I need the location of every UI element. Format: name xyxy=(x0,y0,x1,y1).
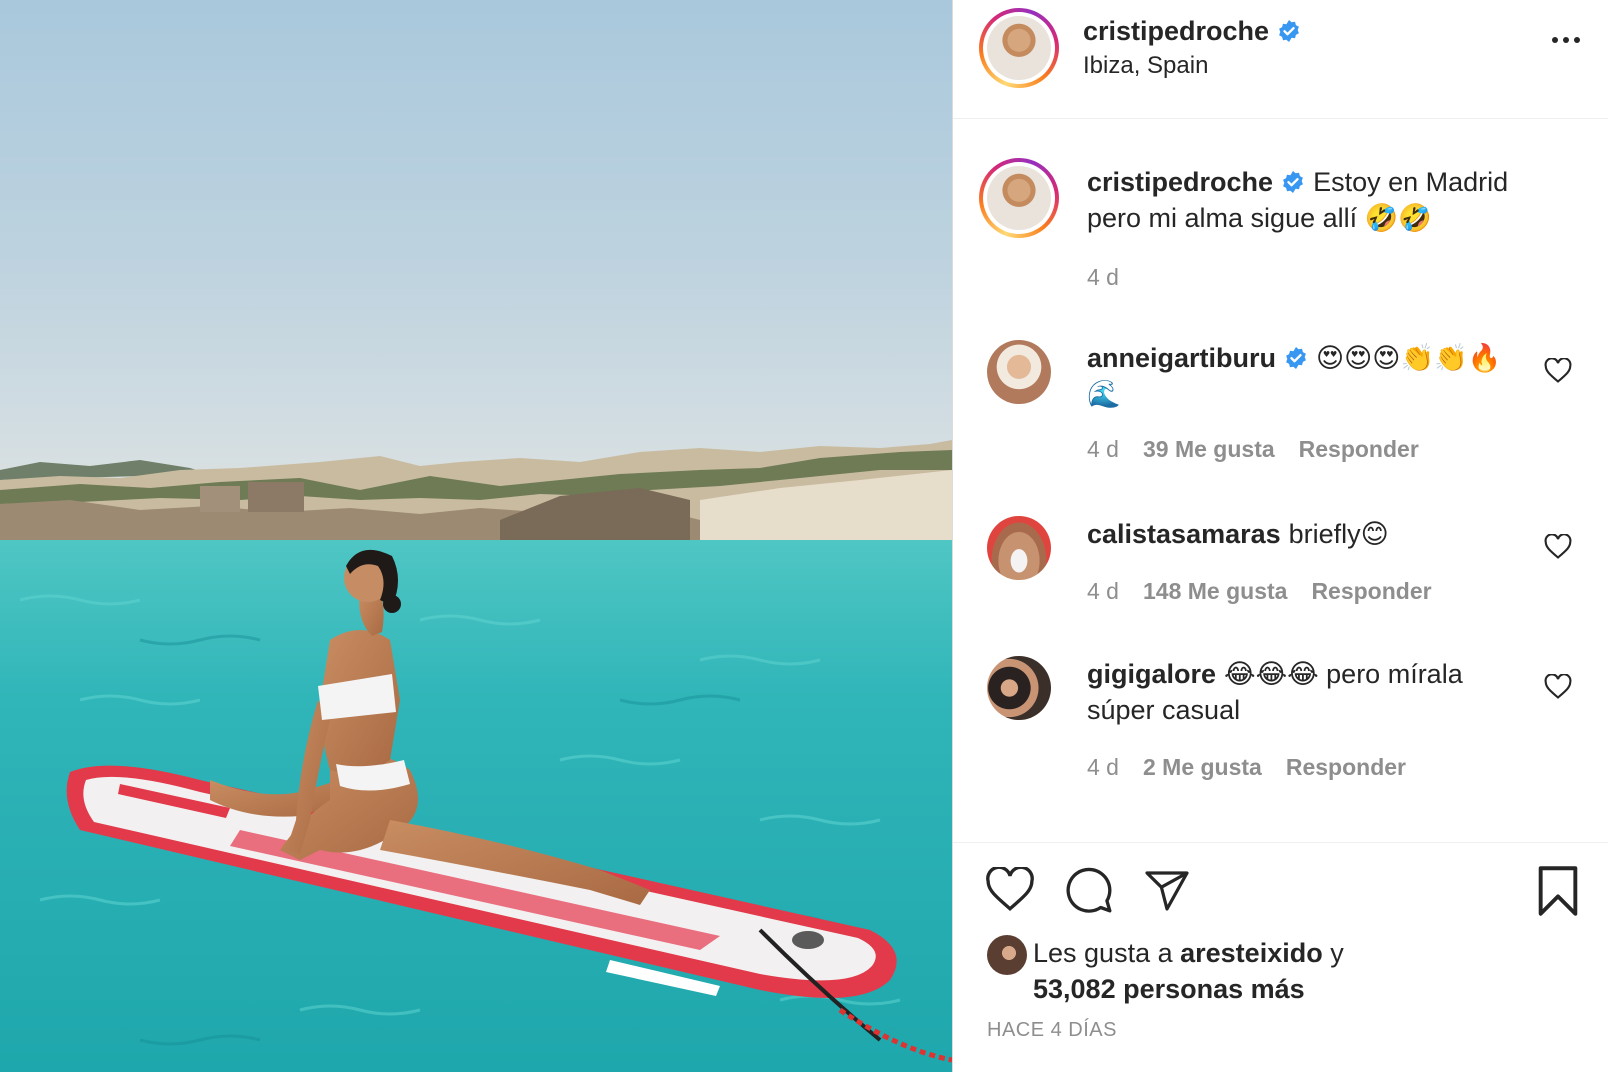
liker-username[interactable]: aresteixido xyxy=(1180,938,1323,968)
caption-username[interactable]: cristipedroche xyxy=(1087,164,1273,200)
likes-prefix: Les gusta a xyxy=(1033,938,1173,968)
caption: cristipedroche Estoy en Madrid pero mi a… xyxy=(1087,164,1567,236)
more-options-icon[interactable] xyxy=(1552,34,1588,46)
share-icon[interactable] xyxy=(1141,867,1193,915)
liker-avatar[interactable] xyxy=(987,935,1027,975)
post-photo[interactable] xyxy=(0,0,952,1072)
caption-author-avatar[interactable] xyxy=(979,158,1059,238)
comment-text-line1: 😍😍😍👏👏🔥 xyxy=(1316,343,1502,373)
author-avatar[interactable] xyxy=(979,8,1059,88)
heart-icon[interactable] xyxy=(1544,534,1572,560)
comment-likes[interactable]: 39 Me gusta xyxy=(1143,436,1275,463)
comment-time[interactable]: 4 d xyxy=(1087,436,1119,463)
comment-time[interactable]: 4 d xyxy=(1087,578,1119,605)
caption-time[interactable]: 4 d xyxy=(1087,264,1119,290)
comment-meta: 4 d 39 Me gusta Responder xyxy=(1087,436,1419,463)
post-details-panel: cristipedroche Ibiza, Spain cristipedroc… xyxy=(952,0,1608,1072)
comment-likes[interactable]: 148 Me gusta xyxy=(1143,578,1287,605)
reply-button[interactable]: Responder xyxy=(1311,578,1431,605)
verified-badge-icon xyxy=(1283,171,1303,193)
heart-icon[interactable] xyxy=(1544,358,1572,384)
post-header: cristipedroche Ibiza, Spain xyxy=(953,0,1608,119)
comment: gigigalore 😂😂😂 pero mírala súper casual xyxy=(1087,656,1517,728)
comment-username[interactable]: gigigalore xyxy=(1087,656,1216,692)
caption-text-line2: pero mi alma sigue allí 🤣🤣 xyxy=(1087,203,1432,233)
comment: calistasamaras briefly😊 xyxy=(1087,516,1517,552)
caption-text-line1: Estoy en Madrid xyxy=(1313,167,1509,197)
likes-joiner: y xyxy=(1330,938,1344,968)
likes-summary: Les gusta a aresteixido y 53,082 persona… xyxy=(1033,935,1553,1007)
comment-text-line2: 🌊 xyxy=(1087,379,1121,409)
reply-button[interactable]: Responder xyxy=(1299,436,1419,463)
comment-text-line2: súper casual xyxy=(1087,695,1241,725)
comment-meta: 4 d 2 Me gusta Responder xyxy=(1087,754,1406,781)
commenter-avatar[interactable] xyxy=(987,516,1051,580)
bookmark-icon[interactable] xyxy=(1535,865,1581,917)
comment-text-line1: briefly😊 xyxy=(1288,519,1389,549)
comment-username[interactable]: calistasamaras xyxy=(1087,516,1281,552)
verified-badge-icon xyxy=(1279,20,1299,42)
comment-meta: 4 d 148 Me gusta Responder xyxy=(1087,578,1432,605)
heart-icon[interactable] xyxy=(1544,674,1572,700)
comment-username[interactable]: anneigartiburu xyxy=(1087,340,1276,376)
post-location[interactable]: Ibiza, Spain xyxy=(1083,52,1208,80)
commenter-avatar[interactable] xyxy=(987,656,1051,720)
comment-likes[interactable]: 2 Me gusta xyxy=(1143,754,1262,781)
verified-badge-icon xyxy=(1286,347,1306,369)
likes-count[interactable]: 53,082 personas más xyxy=(1033,974,1305,1004)
comment-text-line1: 😂😂😂 pero mírala xyxy=(1224,659,1463,689)
heart-icon[interactable] xyxy=(985,867,1035,913)
author-username[interactable]: cristipedroche xyxy=(1083,16,1269,47)
post-timestamp[interactable]: HACE 4 DÍAS xyxy=(987,1019,1117,1042)
comment-icon[interactable] xyxy=(1063,865,1115,915)
post-actions: Les gusta a aresteixido y 53,082 persona… xyxy=(953,842,1608,1073)
commenter-avatar[interactable] xyxy=(987,340,1051,404)
comment-time[interactable]: 4 d xyxy=(1087,754,1119,781)
comment: anneigartiburu 😍😍😍👏👏🔥 🌊 xyxy=(1087,340,1517,412)
reply-button[interactable]: Responder xyxy=(1286,754,1406,781)
photo-scene xyxy=(0,440,952,1072)
